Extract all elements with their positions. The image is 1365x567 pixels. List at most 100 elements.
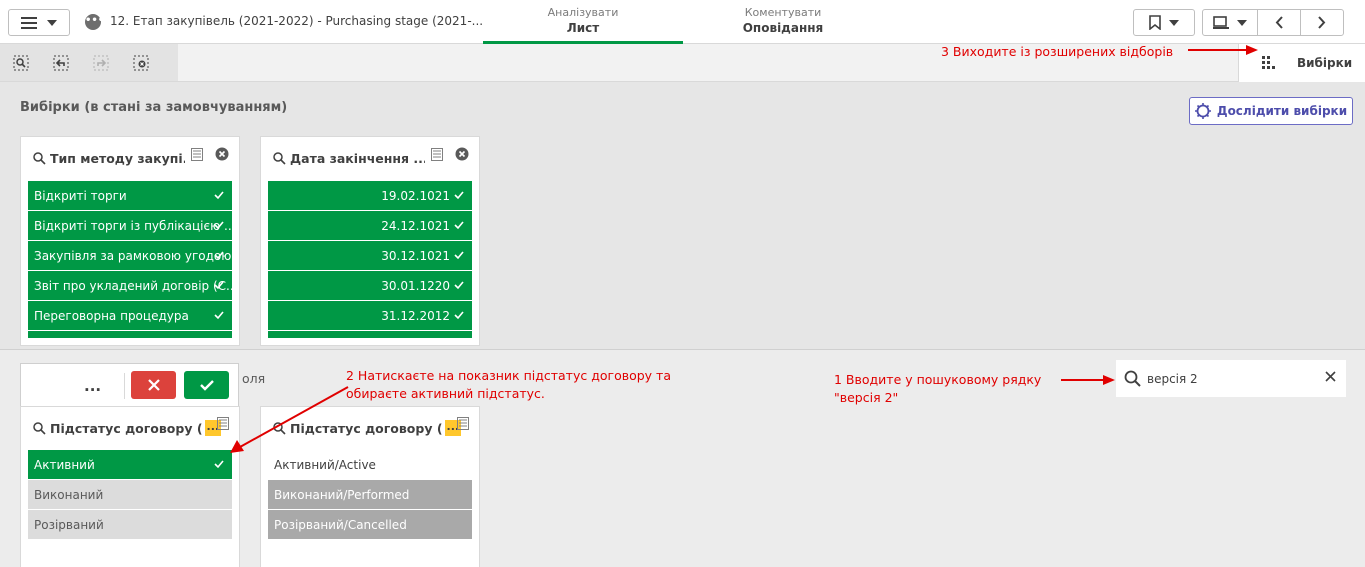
check-icon <box>214 281 224 290</box>
check-icon <box>214 251 224 260</box>
list-item[interactable]: Відкриті торги із публікацією ... <box>28 211 232 241</box>
step-back-icon <box>53 55 69 70</box>
list-view-icon[interactable] <box>457 417 469 430</box>
tab-narrate-caption: Коментувати <box>744 6 822 19</box>
tab-analyze-caption: Аналізувати <box>547 6 619 19</box>
annotation-step-1: 1 Вводите у пошуковому рядку "версія 2" <box>834 371 1041 407</box>
step-back-button[interactable] <box>52 54 70 72</box>
tab-narrate[interactable]: Коментувати Оповідання <box>683 6 883 35</box>
check-icon <box>454 191 464 200</box>
main-menu-button[interactable] <box>8 9 70 36</box>
selection-confirm-bar: ... <box>20 363 239 407</box>
sheet-icon <box>1213 16 1230 29</box>
check-icon <box>214 460 224 469</box>
list-item[interactable]: Розірваний <box>28 510 232 540</box>
list-item[interactable]: 19.02.1021 <box>268 181 472 211</box>
annotation-step-1-line1: 1 Вводите у пошуковому рядку <box>834 372 1042 387</box>
more-options-button[interactable]: ... <box>84 377 101 395</box>
field-search-box <box>1116 360 1346 397</box>
smart-search-button[interactable] <box>12 54 30 72</box>
check-icon <box>454 221 464 230</box>
tab-analyze[interactable]: Аналізувати Лист <box>483 6 683 44</box>
card-actions <box>191 147 229 161</box>
partially-hidden-label: оля <box>242 371 266 386</box>
card-title: Підстатус договору ( <box>50 420 203 436</box>
selections-section-title: Вибірки (в стані за замовчуванням) <box>20 100 288 115</box>
hamburger-icon <box>21 16 37 29</box>
card-header: Підстатус договору ( ... <box>33 417 229 439</box>
sheet-menu-button[interactable] <box>1203 10 1259 35</box>
selection-card-procurement-method[interactable]: Тип методу закупі... Відкриті торги Відк… <box>20 136 240 346</box>
list-item[interactable]: 24.12.1021 <box>268 211 472 241</box>
annotation-step-2-line1: 2 Натискаєте на показник підстатус догов… <box>346 368 671 383</box>
check-icon <box>454 311 464 320</box>
list-item[interactable]: Звіт про укладений договір (С... <box>28 271 232 301</box>
chevron-down-icon <box>1169 19 1179 26</box>
card-actions <box>431 147 469 161</box>
card-title: Тип методу закупі... <box>50 150 185 166</box>
explore-icon <box>1194 103 1211 119</box>
next-sheet-button[interactable] <box>1301 10 1343 35</box>
chevron-down-icon <box>1237 19 1248 26</box>
list-view-icon[interactable] <box>431 147 443 161</box>
step-forward-button[interactable] <box>92 54 110 72</box>
list-item-active[interactable]: Активний <box>28 450 232 480</box>
clear-field-icon[interactable] <box>455 147 469 161</box>
list-item[interactable]: Закупівля за рамковою угодою <box>28 241 232 271</box>
card-actions <box>457 417 469 430</box>
value-list: 19.02.1021 24.12.1021 30.12.1021 30.01.1… <box>268 181 472 339</box>
check-icon <box>454 251 464 260</box>
annotation-step-2-line2: обираєте активний підстатус. <box>346 386 545 401</box>
annotation-arrow-2 <box>230 386 349 453</box>
list-item[interactable]: Переговорна процедура <box>28 301 232 331</box>
chevron-left-icon <box>1275 16 1284 29</box>
check-icon <box>454 281 464 290</box>
list-item-partial <box>28 331 232 339</box>
annotation-arrow-3 <box>1188 45 1258 55</box>
selections-tab-label: Вибірки <box>1297 56 1353 70</box>
annotation-arrow-1 <box>1061 375 1115 385</box>
app-more-icon[interactable]: ••• <box>85 14 104 30</box>
list-item[interactable]: 30.12.1021 <box>268 241 472 271</box>
close-icon <box>147 379 160 391</box>
list-item[interactable]: Виконаний <box>28 480 232 510</box>
selections-grid-icon <box>1262 56 1275 69</box>
search-input[interactable] <box>1147 371 1317 386</box>
list-item[interactable]: Виконаний/Performed <box>268 480 472 510</box>
value-list: Відкриті торги Відкриті торги із публіка… <box>28 181 232 339</box>
chevron-right-icon <box>1318 16 1326 29</box>
list-item[interactable]: Розірваний/Cancelled <box>268 510 472 540</box>
explore-selections-label: Дослідити вибірки <box>1216 104 1348 118</box>
check-icon <box>214 311 224 320</box>
search-in-selection-icon <box>13 55 29 70</box>
annotation-step-3: 3 Виходите із розширених відборів <box>941 44 1174 59</box>
previous-sheet-button[interactable] <box>1258 10 1302 35</box>
cancel-selection-button[interactable] <box>131 371 176 399</box>
list-item[interactable]: Відкриті торги <box>28 181 232 211</box>
clear-field-icon[interactable] <box>215 147 229 161</box>
card-title: Дата закінчення ... <box>290 150 425 166</box>
bookmark-button[interactable] <box>1133 9 1195 36</box>
value-list: Активний Виконаний Розірваний <box>28 450 232 540</box>
clear-search-icon[interactable] <box>1325 371 1336 382</box>
confirm-selection-button[interactable] <box>184 371 229 399</box>
clear-all-button[interactable] <box>132 54 150 72</box>
list-item[interactable]: 30.01.1220 <box>268 271 472 301</box>
divider <box>124 373 125 399</box>
search-icon <box>33 421 46 435</box>
clear-all-icon <box>133 55 149 70</box>
top-bar: ••• 12. Етап закупівель (2021-2022) - Pu… <box>0 0 1365 44</box>
selection-card-end-date[interactable]: Дата закінчення ... 19.02.1021 24.12.102… <box>260 136 480 346</box>
tab-analyze-label: Лист <box>566 21 600 35</box>
explore-selections-button[interactable]: Дослідити вибірки <box>1189 97 1353 125</box>
list-item[interactable]: 31.12.2012 <box>268 301 472 331</box>
card-header: Дата закінчення ... <box>273 147 469 169</box>
check-icon <box>199 380 214 391</box>
check-icon <box>214 191 224 200</box>
selection-card-contract-substatus-active[interactable]: Підстатус договору ( ... Активний Викона… <box>20 406 240 567</box>
annotation-step-1-line2: "версія 2" <box>834 390 899 405</box>
list-view-icon[interactable] <box>191 147 203 161</box>
search-icon <box>273 151 286 165</box>
step-forward-icon <box>93 55 109 70</box>
selection-tools <box>0 44 178 81</box>
